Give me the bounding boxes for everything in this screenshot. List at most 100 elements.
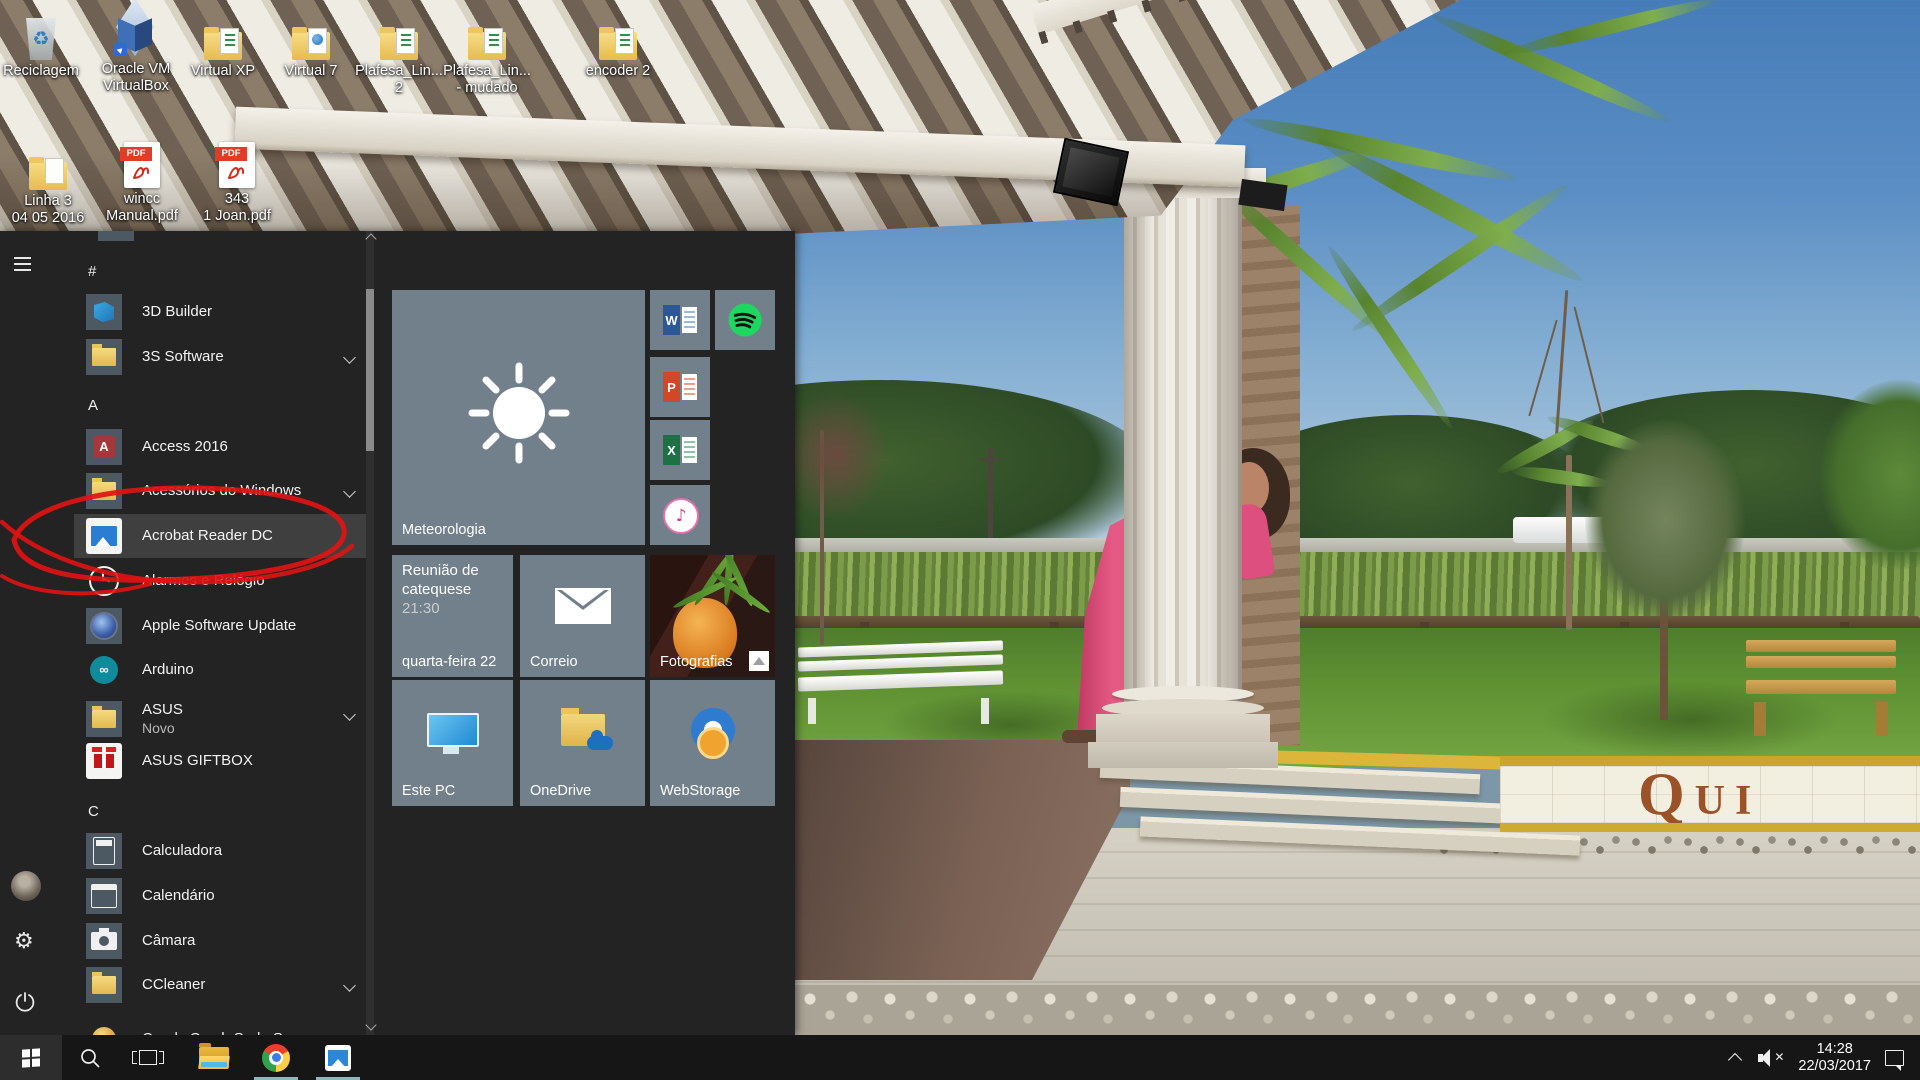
- desktop-icon-plafesa-2[interactable]: Plafesa_Lin... 2: [352, 6, 446, 97]
- photo-steps: [1060, 752, 1530, 862]
- tile-webstorage[interactable]: WebStorage: [650, 680, 775, 806]
- taskbar-clock[interactable]: 14:28 22/03/2017: [1798, 1041, 1871, 1075]
- desktop-icon-label: Virtual XP: [176, 63, 270, 80]
- app-item-calendario[interactable]: Calendário: [74, 874, 368, 918]
- app-item-ccleaner[interactable]: CCleaner: [74, 963, 368, 1007]
- section-header-a[interactable]: A: [88, 397, 98, 414]
- app-list-scrollbar[interactable]: [366, 231, 374, 1035]
- tile-label: Meteorologia: [402, 522, 486, 538]
- app-item-sublabel: Novo: [142, 719, 183, 737]
- desktop-icon-343-pdf[interactable]: PDF 343 1 Joan.pdf: [190, 134, 284, 225]
- camera-icon: [86, 923, 122, 959]
- app-item-alarmes-relogio[interactable]: Alarmes e Relógio: [74, 559, 368, 603]
- calculator-icon: [86, 833, 122, 869]
- access-icon: A: [86, 429, 122, 465]
- photo-column-shaft: [1124, 198, 1242, 708]
- tray-show-hidden-button[interactable]: [1730, 1051, 1740, 1065]
- onedrive-folder-icon: [561, 714, 605, 746]
- app-item-clipped-top: [98, 231, 134, 241]
- desktop-icon-virtual-xp[interactable]: Virtual XP: [176, 6, 270, 80]
- tile-powerpoint[interactable]: P: [650, 357, 710, 417]
- tile-correio[interactable]: Correio: [520, 555, 645, 677]
- clock-time: 14:28: [1798, 1041, 1871, 1058]
- desktop-icon-label: Plafesa_Lin... 2: [352, 63, 446, 97]
- folder-icon: [86, 967, 122, 1003]
- file-explorer-button[interactable]: [190, 1035, 238, 1080]
- chrome-icon: [262, 1044, 290, 1072]
- app-item-calculadora[interactable]: Calculadora: [74, 829, 368, 873]
- chrome-button[interactable]: [252, 1035, 300, 1080]
- tile-label: Fotografias: [660, 654, 733, 670]
- desktop-icon-virtualbox[interactable]: Oracle VM VirtualBox: [89, 4, 183, 95]
- app-item-3d-builder[interactable]: 3D Builder: [74, 290, 368, 334]
- tile-calendario-live[interactable]: Reunião de catequese 21:30 quarta-feira …: [392, 555, 513, 677]
- app-item-asus[interactable]: ASUSNovo: [74, 692, 368, 746]
- taskbar-search-button[interactable]: [66, 1035, 114, 1080]
- mail-envelope-icon: [555, 588, 611, 624]
- photo-column-plinth: [1088, 742, 1278, 768]
- action-center-button[interactable]: [1885, 1050, 1904, 1066]
- task-view-button[interactable]: [124, 1035, 172, 1080]
- tile-este-pc[interactable]: Este PC: [392, 680, 513, 806]
- photo-pebble-strip-bottom: [640, 985, 1920, 1035]
- excel-icon: X: [663, 435, 697, 465]
- computer-monitor-icon: [427, 713, 479, 747]
- chevron-up-icon: [1728, 1052, 1742, 1066]
- tile-fotografias[interactable]: Fotografias: [650, 555, 775, 677]
- app-item-3s-software[interactable]: 3S Software: [74, 335, 368, 379]
- desktop-icon-recycle-bin[interactable]: ♻ Reciclagem: [0, 6, 88, 80]
- desktop-icon-label: Plafesa_Lin... - mudado: [440, 63, 534, 97]
- arduino-icon: ∞: [86, 652, 122, 688]
- folder-icon: [204, 32, 242, 60]
- folder-icon: [29, 162, 67, 190]
- section-header-hash[interactable]: #: [88, 263, 96, 280]
- tile-meteorologia[interactable]: Meteorologia: [392, 290, 645, 545]
- photos-icon: [325, 1045, 351, 1071]
- start-button[interactable]: [0, 1035, 62, 1080]
- desktop-icon-wincc-manual[interactable]: PDF wincc Manual.pdf: [95, 134, 189, 225]
- chevron-down-icon: [343, 979, 356, 992]
- app-item-camara[interactable]: Câmara: [74, 919, 368, 963]
- virtualbox-icon: [112, 8, 160, 58]
- tile-onedrive[interactable]: OneDrive: [520, 680, 645, 806]
- app-item-access-2016[interactable]: A Access 2016: [74, 425, 368, 469]
- tile-label: Correio: [530, 654, 578, 670]
- spotify-icon: [727, 302, 763, 338]
- task-view-icon: [132, 1051, 137, 1064]
- photo-white-bench: [798, 644, 1003, 724]
- taskbar: ✕ 14:28 22/03/2017: [0, 1035, 1920, 1080]
- app-item-acrobat-reader-dc[interactable]: Acrobat Reader DC: [74, 514, 368, 558]
- photos-badge-icon: [749, 651, 769, 671]
- tile-spotify[interactable]: [715, 290, 775, 350]
- app-item-apple-software-update[interactable]: Apple Software Update: [74, 604, 368, 648]
- system-tray: ✕ 14:28 22/03/2017: [1730, 1035, 1920, 1080]
- app-list: # 3D Builder 3S Software A A Access 2016…: [0, 231, 380, 1035]
- calendar-event-line2: catequese: [402, 581, 471, 598]
- app-item-asus-giftbox[interactable]: ASUS GIFTBOX: [74, 739, 368, 783]
- sun-icon: [464, 358, 574, 468]
- tile-excel[interactable]: X: [650, 420, 710, 480]
- tile-word[interactable]: W: [650, 290, 710, 350]
- folder-icon: [86, 701, 122, 737]
- desktop-icon-label: 343 1 Joan.pdf: [190, 191, 284, 225]
- photo-power-pole: [988, 448, 993, 544]
- photo-tile-sign-wall: Qui: [1500, 756, 1920, 832]
- tile-label: OneDrive: [530, 783, 591, 799]
- photos-button[interactable]: [314, 1035, 362, 1080]
- desktop-icon-encoder-2[interactable]: encoder 2: [571, 6, 665, 80]
- desktop-icon-plafesa-mudado[interactable]: Plafesa_Lin... - mudado: [440, 6, 534, 97]
- section-header-c[interactable]: C: [88, 803, 99, 820]
- app-item-arduino[interactable]: ∞ Arduino: [74, 648, 368, 692]
- chevron-down-icon: [343, 485, 356, 498]
- desktop-icon-linha-3[interactable]: Linha 3 04 05 2016: [1, 136, 95, 227]
- app-item-clipped-bottom[interactable]: Candy Crush Soda Saga: [74, 1017, 368, 1035]
- app-item-acessorios-windows[interactable]: Acessórios do Windows: [74, 469, 368, 513]
- scrollbar-thumb[interactable]: [366, 289, 374, 451]
- photo-olive-canopy: [1585, 420, 1745, 620]
- desktop-screen: Qui ♻ Reciclagem Orac: [0, 0, 1920, 1080]
- tile-label: quarta-feira 22: [402, 654, 496, 670]
- tile-itunes[interactable]: ♪: [650, 485, 710, 545]
- desktop-icon-virtual-7[interactable]: Virtual 7: [264, 6, 358, 80]
- calendar-icon: [86, 878, 122, 914]
- volume-muted-button[interactable]: ✕: [1758, 1049, 1784, 1067]
